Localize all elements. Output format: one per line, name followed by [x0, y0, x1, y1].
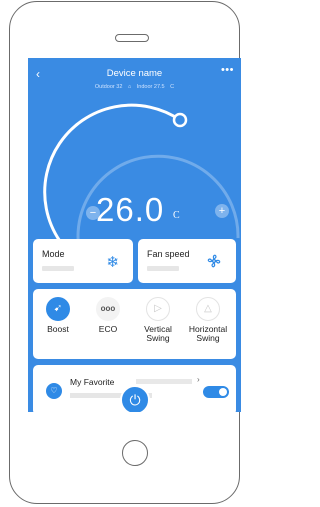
horizontal-swing-label-line2: Swing	[196, 333, 220, 343]
fan-icon	[206, 253, 222, 273]
vertical-swing-label: Vertical Swing	[136, 325, 180, 343]
mode-label: Mode	[42, 249, 65, 259]
snowflake-icon: ❄	[106, 254, 119, 271]
vertical-swing-button[interactable]: ▷ Vertical Swing	[136, 297, 180, 343]
boost-button[interactable]: ➹ Boost	[36, 297, 80, 334]
set-temperature: 26.0	[96, 191, 165, 228]
boost-icon: ➹	[46, 297, 70, 321]
favorite-toggle[interactable]	[203, 386, 229, 398]
horizontal-swing-button[interactable]: △ Horizontal Swing	[186, 297, 230, 343]
mode-value-bar	[42, 266, 74, 271]
power-icon: ⏻	[129, 392, 141, 408]
vertical-swing-icon: ▷	[146, 297, 170, 321]
function-panel: ➹ Boost ooo ECO ▷ Vertical Swing △ Horiz…	[33, 289, 236, 359]
mode-card[interactable]: Mode ❄	[33, 239, 133, 283]
eco-icon: ooo	[96, 297, 120, 321]
power-button[interactable]: ⏻	[120, 385, 150, 412]
dial-handle	[172, 112, 188, 128]
fan-speed-label: Fan speed	[147, 249, 190, 259]
fan-speed-value-bar	[147, 266, 179, 271]
speaker-slot	[115, 34, 149, 42]
favorite-placeholder-line	[136, 379, 192, 384]
app-screen: ‹ Device name ••• Outdoor 32 ⌂ Indoor 27…	[28, 58, 241, 412]
heart-icon: ♡	[46, 383, 62, 399]
chevron-right-icon[interactable]: ›	[197, 375, 200, 384]
home-button[interactable]	[122, 440, 148, 466]
horizontal-swing-label: Horizontal Swing	[186, 325, 230, 343]
boost-label: Boost	[47, 324, 69, 334]
eco-button[interactable]: ooo ECO	[86, 297, 130, 334]
eco-label: ECO	[98, 324, 118, 334]
favorite-title: My Favorite	[70, 377, 115, 387]
fan-speed-card[interactable]: Fan speed	[138, 239, 236, 283]
temperature-unit: C	[173, 210, 180, 221]
toggle-knob	[219, 388, 227, 396]
increase-temp-button[interactable]: +	[215, 204, 229, 218]
vertical-swing-label-line2: Swing	[146, 333, 170, 343]
horizontal-swing-icon: △	[196, 297, 220, 321]
phone-frame: ‹ Device name ••• Outdoor 32 ⌂ Indoor 27…	[9, 1, 241, 504]
